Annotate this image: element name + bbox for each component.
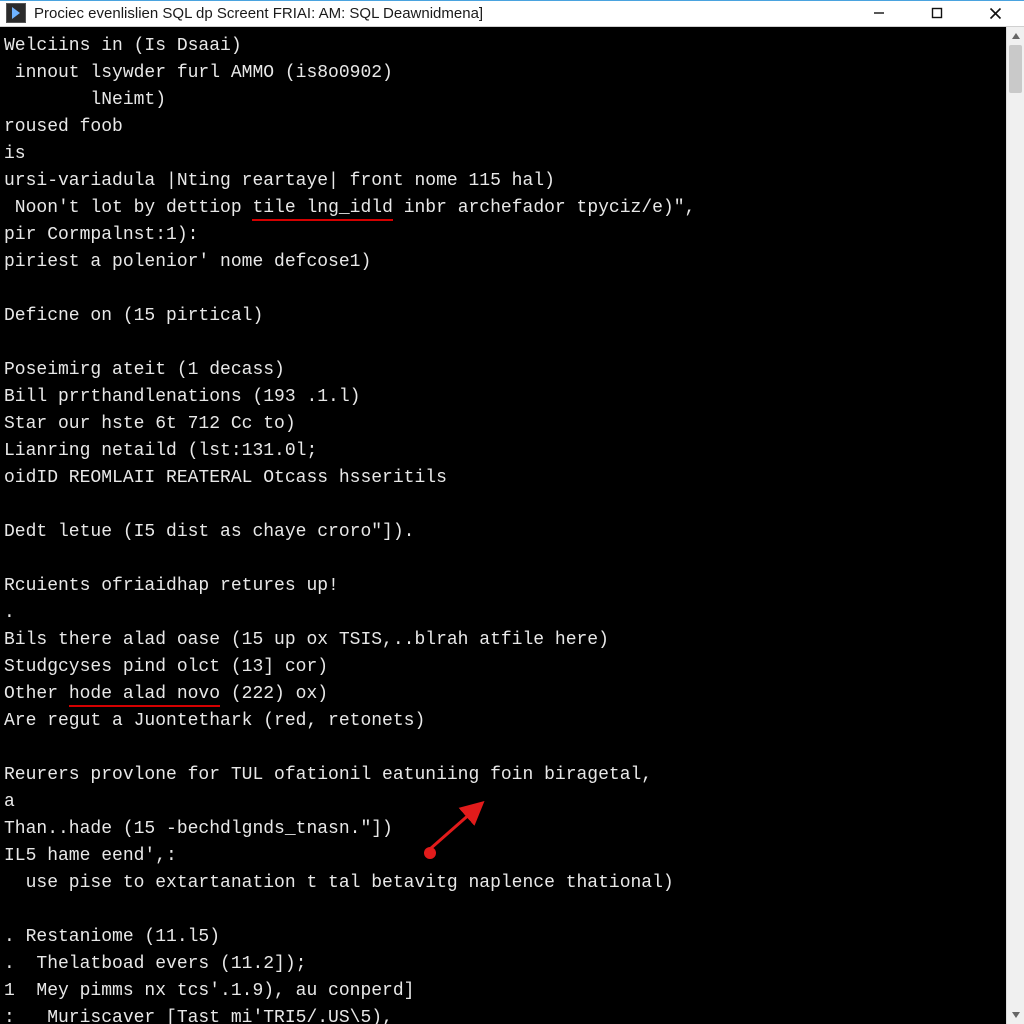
scrollbar-thumb[interactable]	[1009, 45, 1022, 93]
terminal-line: Than..hade (15 -bechdlgnds_tnasn."])	[4, 816, 998, 843]
minimize-button[interactable]	[850, 1, 908, 26]
app-icon	[6, 3, 26, 23]
terminal-line: .	[4, 600, 998, 627]
terminal-line: IL5 hame eend',:	[4, 843, 998, 870]
terminal-line: Reurers provlone for TUL ofationil eatun…	[4, 762, 998, 789]
window-title: Prociec evenlislien SQL dp Screent FRIAI…	[34, 5, 483, 22]
terminal-line: Dedt letue (I5 dist as chaye croro"]).	[4, 519, 998, 546]
close-button[interactable]	[966, 1, 1024, 26]
terminal-line: Lianring netaild (lst:131.0l;	[4, 438, 998, 465]
terminal-text: Other	[4, 684, 69, 704]
terminal-line	[4, 546, 998, 573]
terminal-line: Studgcyses pind olct (13] cor)	[4, 654, 998, 681]
client-area: Welciins in (Is Dsaai) innout lsywder fu…	[0, 27, 1024, 1024]
terminal-line: Bill prrthandlenations (193 .1.l)	[4, 384, 998, 411]
terminal-line: Deficne on (15 pirtical)	[4, 303, 998, 330]
terminal-line: : Muriscaver [Tast mi'TRI5/.US\5),	[4, 1005, 998, 1024]
terminal-line: roused foob	[4, 114, 998, 141]
terminal-text: Noon't lot by dettiop	[4, 198, 252, 218]
scroll-up-button[interactable]	[1007, 27, 1024, 45]
vertical-scrollbar[interactable]	[1006, 27, 1024, 1024]
terminal-line: oidID REOMLAII REATERAL Otcass hsseritil…	[4, 465, 998, 492]
terminal-line: lNeimt)	[4, 87, 998, 114]
terminal-line: Welciins in (Is Dsaai)	[4, 33, 998, 60]
scroll-down-button[interactable]	[1007, 1006, 1024, 1024]
terminal-line: Other hode alad novo (222) ox)	[4, 681, 998, 708]
underlined-text: hode alad novo	[69, 684, 220, 707]
terminal-text: (222) ox)	[220, 684, 328, 704]
app-window: Prociec evenlislien SQL dp Screent FRIAI…	[0, 0, 1024, 1024]
terminal-line: Are regut a Juontethark (red, retonets)	[4, 708, 998, 735]
terminal-text: inbr archefador tpyciz/e)",	[393, 198, 695, 218]
terminal-line: ursi-variadula |Nting reartaye| front no…	[4, 168, 998, 195]
terminal-line: . Thelatboad evers (11.2]);	[4, 951, 998, 978]
underlined-text: tile lng_idld	[252, 198, 392, 221]
terminal-line	[4, 897, 998, 924]
terminal-line: piriest a polenior' nome defcose1)	[4, 249, 998, 276]
terminal-line	[4, 330, 998, 357]
titlebar: Prociec evenlislien SQL dp Screent FRIAI…	[0, 1, 1024, 27]
terminal-output[interactable]: Welciins in (Is Dsaai) innout lsywder fu…	[0, 27, 1006, 1024]
terminal-line: use pise to extartanation t tal betavitg…	[4, 870, 998, 897]
terminal-line: 1 Mey pimms nx tcs'.1.9), au conperd]	[4, 978, 998, 1005]
terminal-line: innout lsywder furl AMMO (is8o0902)	[4, 60, 998, 87]
terminal-line: is	[4, 141, 998, 168]
scrollbar-track[interactable]	[1007, 45, 1024, 1006]
terminal-line: Rcuients ofriaidhap retures up!	[4, 573, 998, 600]
terminal-line	[4, 492, 998, 519]
terminal-line: Star our hste 6t 712 Cc to)	[4, 411, 998, 438]
terminal-line	[4, 735, 998, 762]
terminal-line: Noon't lot by dettiop tile lng_idld inbr…	[4, 195, 998, 222]
terminal-line	[4, 276, 998, 303]
maximize-button[interactable]	[908, 1, 966, 26]
terminal-line: pir Cormpalnst:1):	[4, 222, 998, 249]
terminal-line: . Restaniome (11.l5)	[4, 924, 998, 951]
terminal-line: Poseimirg ateit (1 decass)	[4, 357, 998, 384]
terminal-line: a	[4, 789, 998, 816]
window-controls	[850, 1, 1024, 26]
terminal-line: Bils there alad oase (15 up ox TSIS,..bl…	[4, 627, 998, 654]
